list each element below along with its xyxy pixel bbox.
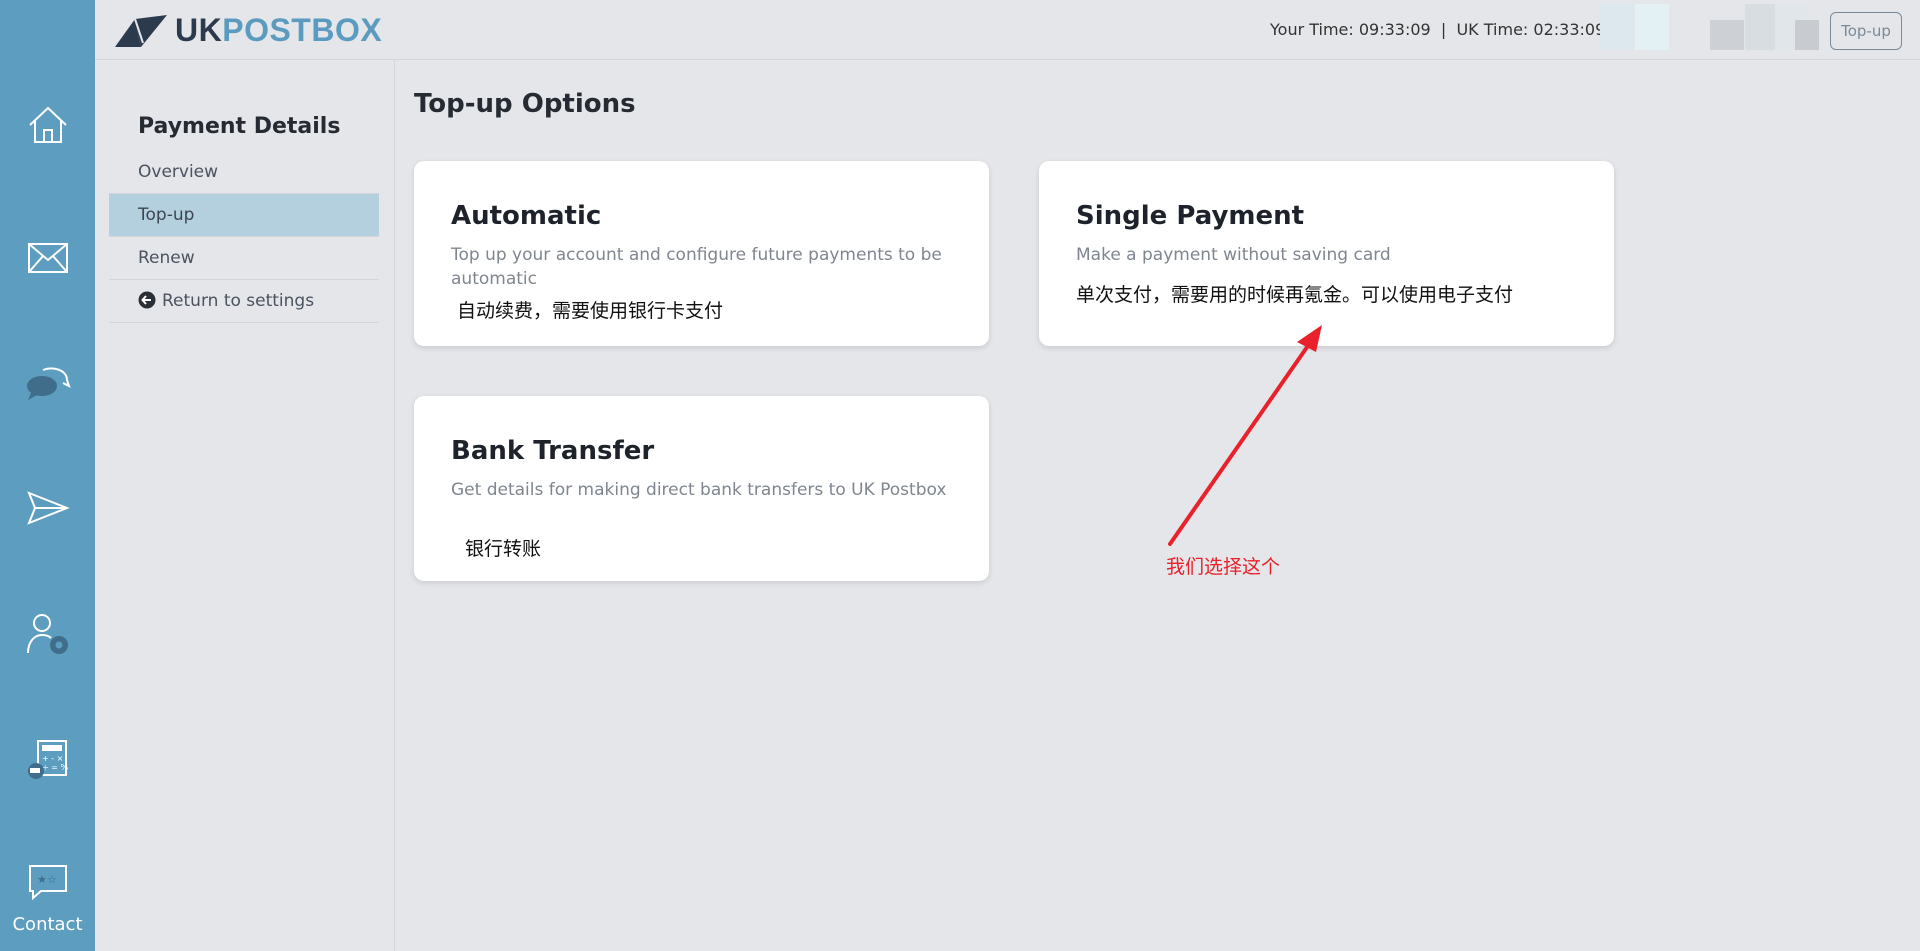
redacted-area [1710,20,1744,50]
card-annotation-note: 自动续费，需要使用银行卡支付 [457,300,724,322]
top-bar: UKPOSTBOX Your Time: 09:33:09 | UK Time:… [95,0,1920,60]
icon-rail: + - × ÷ = % ★☆ Contact [0,0,95,951]
logo-uk-text: UK [175,12,223,48]
redacted-area [1745,4,1779,50]
nav-mail[interactable] [0,228,95,288]
bank-transfer-option-card[interactable]: Bank Transfer Get details for making dir… [414,396,989,581]
payment-details-sidebar: Payment Details Overview Top-up Renew Re… [95,60,395,951]
chat-icon [26,367,71,400]
redacted-area [1635,4,1669,50]
nav-contact[interactable]: ★☆ [0,860,95,904]
calculator-icon: + - × ÷ = % [27,740,68,779]
clock-display: Your Time: 09:33:09 | UK Time: 02:33:09 [1270,20,1606,39]
sidebar-item-label: Renew [138,248,195,268]
redacted-area [1600,4,1634,50]
logo-mark-icon [115,14,167,47]
svg-text:÷ = %: ÷ = % [42,763,68,772]
card-title: Single Payment [1076,201,1305,231]
sidebar-item-label: Return to settings [162,291,315,311]
redacted-area [1795,20,1819,50]
sidebar-item-topup[interactable]: Top-up [109,194,379,237]
back-arrow-icon [138,291,156,308]
nav-calculator[interactable]: + - × ÷ = % [0,730,95,790]
card-title: Automatic [451,201,602,231]
user-settings-icon [26,614,68,654]
contact-label[interactable]: Contact [0,914,95,935]
feedback-icon: ★☆ [28,865,67,901]
nav-home[interactable] [0,95,95,155]
sidebar-item-label: Top-up [138,205,195,225]
card-title: Bank Transfer [451,436,655,466]
home-icon [28,106,67,143]
automatic-option-card[interactable]: Automatic Top up your account and config… [414,161,989,346]
page-title: Top-up Options [414,89,636,119]
card-description: Top up your account and configure future… [451,245,942,289]
card-description: Get details for making direct bank trans… [451,480,947,500]
sidebar-item-overview[interactable]: Overview [109,151,379,194]
card-annotation-note: 单次支付，需要用的时候再氪金。可以使用电子支付 [1076,284,1514,306]
send-icon [26,491,70,525]
nav-chat[interactable] [0,352,95,412]
card-description: Make a payment without saving card [1076,245,1391,265]
nav-send[interactable] [0,478,95,538]
svg-text:★☆: ★☆ [37,873,57,886]
nav-account-settings[interactable] [0,604,95,664]
sidebar-title: Payment Details [138,114,341,139]
return-to-settings-link[interactable]: Return to settings [109,280,379,323]
sidebar-item-renew[interactable]: Renew [109,237,379,280]
svg-text:+ - ×: + - × [42,754,63,763]
sidebar-item-label: Overview [138,162,219,182]
card-annotation-note: 银行转账 [465,538,542,560]
topup-button[interactable]: Top-up [1830,12,1902,50]
ukpostbox-logo[interactable]: UKPOSTBOX [113,12,382,49]
annotation-label: 我们选择这个 [1166,556,1281,578]
single-payment-option-card[interactable]: Single Payment Make a payment without sa… [1039,161,1614,346]
mail-icon [27,243,68,273]
logo-postbox-text: POSTBOX [222,12,383,48]
